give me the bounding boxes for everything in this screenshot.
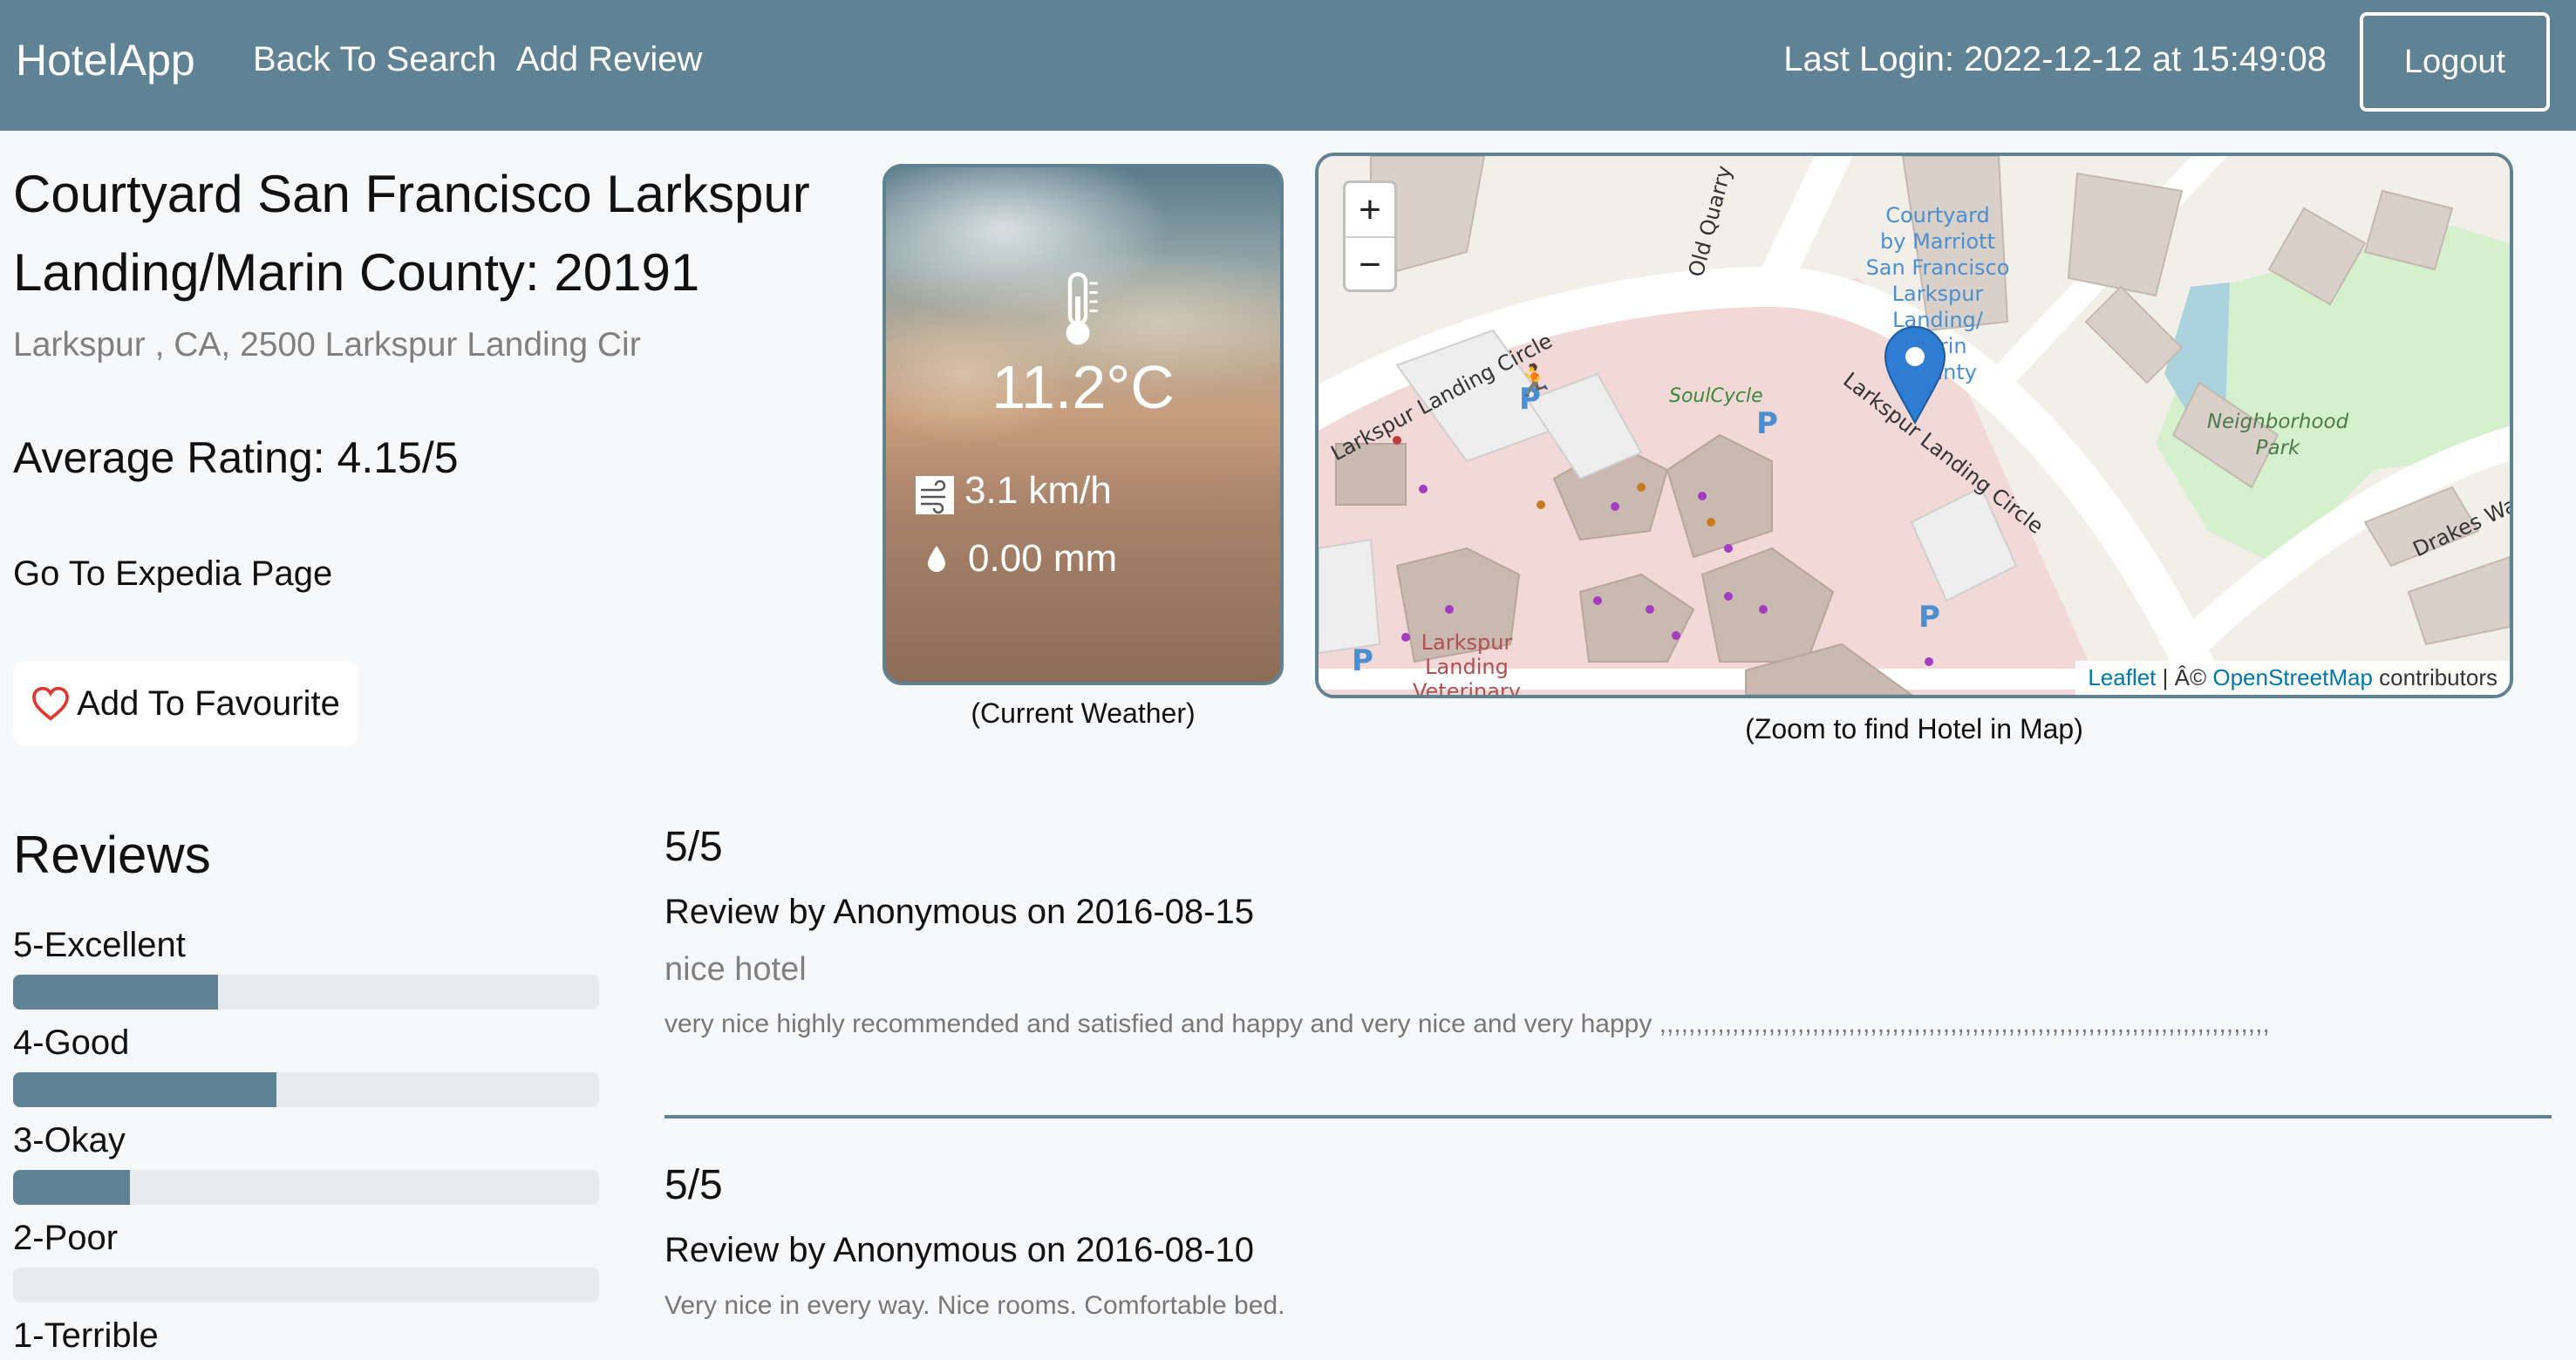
hotel-title: Courtyard San Francisco Larkspur Landing…: [13, 165, 810, 302]
leaflet-link[interactable]: Leaflet: [2088, 664, 2156, 690]
svg-text:P: P: [1918, 600, 1940, 635]
rating-bar-fill: [13, 975, 219, 1010]
review-divider: [664, 1115, 2552, 1119]
rating-bar-track: [13, 1170, 599, 1205]
map-tiles[interactable]: P P P P 🏃 Larkspur Landing Circle Larksp…: [1319, 156, 2510, 695]
rating-label: 1-Terrible: [13, 1316, 159, 1355]
review-score: 5/5: [664, 824, 723, 870]
soulcycle-label: SoulCycle: [1669, 385, 1763, 407]
zoom-out-button[interactable]: −: [1346, 238, 1394, 291]
svg-text:San Francisco: San Francisco: [1866, 255, 2010, 280]
svg-text:P: P: [1756, 406, 1778, 441]
review-text: very nice highly recommended and satisfi…: [664, 1010, 2270, 1038]
svg-text:Larkspur: Larkspur: [1421, 630, 1513, 655]
weather-card: 11.2°C 3.1 km/h 0.00 mm: [883, 164, 1284, 685]
svg-text:by Marriott: by Marriott: [1880, 229, 1995, 254]
review-item: 5/5 Review by Anonymous on 2016-08-10 Ve…: [664, 1161, 2552, 1321]
zoom-in-button[interactable]: +: [1346, 183, 1394, 238]
svg-text:Landing: Landing: [1425, 655, 1509, 679]
rating-row-1: 1-Terrible: [13, 1311, 599, 1360]
expedia-link[interactable]: Go To Expedia Page: [13, 554, 332, 594]
review-item: 5/5 Review by Anonymous on 2016-08-15 ni…: [664, 823, 2552, 1039]
review-score: 5/5: [664, 1162, 723, 1208]
map-zoom-control: + −: [1343, 180, 1397, 292]
weather-caption: (Current Weather): [971, 697, 1196, 729]
logout-button[interactable]: Logout: [2360, 12, 2550, 112]
rating-label: 2-Poor: [13, 1219, 119, 1257]
heart-icon: [32, 686, 70, 721]
svg-text:Courtyard: Courtyard: [1885, 203, 1990, 228]
raindrop-icon: [928, 546, 945, 572]
map-attribution: Leaflet | Â© OpenStreetMap contributors: [2075, 661, 2510, 695]
rating-bar-fill: [13, 1170, 131, 1205]
add-to-favourite-button[interactable]: Add To Favourite: [13, 661, 358, 746]
openstreetmap-link[interactable]: OpenStreetMap: [2212, 664, 2373, 690]
svg-text:Neighborhood: Neighborhood: [2207, 411, 2349, 433]
review-author-date: Review by Anonymous on 2016-08-10: [664, 1231, 1254, 1269]
svg-text:P: P: [1352, 643, 1373, 678]
rating-bar-track: [13, 1072, 599, 1107]
last-login-text: Last Login: 2022-12-12 at 15:49:08: [1783, 40, 2327, 78]
review-title: nice hotel: [664, 951, 807, 988]
svg-text:Larkspur: Larkspur: [1892, 282, 1984, 306]
precipitation-value: 0.00 mm: [968, 537, 1118, 580]
review-author-date: Review by Anonymous on 2016-08-15: [664, 893, 1254, 931]
rating-bar-track: [13, 975, 599, 1010]
rating-row-2: 2-Poor: [13, 1214, 599, 1302]
hotel-address: Larkspur , CA, 2500 Larkspur Landing Cir: [13, 326, 641, 364]
map-container[interactable]: P P P P 🏃 Larkspur Landing Circle Larksp…: [1315, 153, 2513, 698]
rating-label: 5-Excellent: [13, 926, 186, 964]
rating-bar-track: [13, 1268, 599, 1302]
back-to-search-link[interactable]: Back To Search: [253, 40, 496, 79]
average-rating: Average Rating: 4.15/5: [13, 433, 459, 482]
reviews-title: Reviews: [13, 826, 211, 884]
rating-row-4: 4-Good: [13, 1018, 599, 1107]
attribution-contributors: contributors: [2372, 664, 2498, 690]
wind-icon: [916, 476, 954, 514]
rating-row-3: 3-Okay: [13, 1116, 599, 1205]
svg-text:Veterinary: Veterinary: [1413, 679, 1521, 695]
review-text: Very nice in every way. Nice rooms. Comf…: [664, 1291, 1285, 1320]
thermometer-icon: [1066, 272, 1098, 345]
rating-row-5: 5-Excellent: [13, 921, 599, 1010]
rating-label: 4-Good: [13, 1023, 130, 1062]
rating-label: 3-Okay: [13, 1121, 126, 1159]
navbar: HotelApp Back To Search Add Review Last …: [0, 0, 2576, 131]
map-caption: (Zoom to find Hotel in Map): [1745, 713, 2083, 745]
svg-text:SoulCycle: SoulCycle: [1669, 385, 1763, 407]
svg-text:Park: Park: [2256, 437, 2301, 459]
rating-bar-fill: [13, 1072, 277, 1107]
attribution-separator: | Â©: [2156, 664, 2213, 690]
brand-logo[interactable]: HotelApp: [16, 35, 195, 85]
larkspur-landing-label: Larkspur Landing Veterinary: [1413, 630, 1521, 695]
temperature-value: 11.2°C: [992, 353, 1175, 421]
add-review-link[interactable]: Add Review: [516, 40, 702, 79]
wind-speed-value: 3.1 km/h: [964, 469, 1112, 512]
add-to-favourite-label: Add To Favourite: [77, 683, 340, 723]
